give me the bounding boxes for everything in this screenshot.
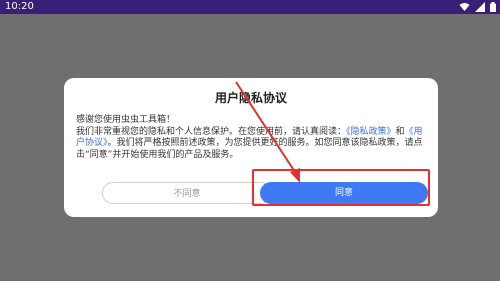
status-bar: 10:20 — [0, 0, 500, 14]
dialog-title: 用户隐私协议 — [214, 91, 287, 105]
status-time: 10:20 — [5, 1, 34, 12]
privacy-policy-link[interactable]: 《隐私政策》 — [346, 127, 396, 137]
status-icons — [457, 2, 496, 12]
agree-button[interactable]: 同意 — [260, 182, 428, 204]
wifi-icon — [459, 3, 470, 11]
dialog-line-thanks: 感谢您使用虫虫工具箱！ — [76, 115, 176, 125]
dialog-paragraph: 我们非常重视您的隐私和个人信息保护。在您使用前，请认真阅读：《隐私政策》和《用户… — [76, 127, 428, 162]
battery-icon — [490, 2, 496, 12]
dialog-body: 感谢您使用虫虫工具箱！ 我们非常重视您的隐私和个人信息保护。在您使用前，请认真阅… — [76, 115, 428, 161]
dialog-text-details: 。我们将严格按照前述政策，为您提供更好的服务。如您同意该隐私政策，请点击“同意”… — [76, 138, 423, 160]
dialog-text-intro: 我们非常重视您的隐私和个人信息保护。在您使用前，请认真阅读： — [76, 126, 347, 137]
privacy-dialog: 用户隐私协议 感谢您使用虫虫工具箱！ 我们非常重视您的隐私和个人信息保护。在您使… — [64, 78, 438, 217]
disagree-button[interactable]: 不同意 — [102, 182, 272, 204]
signal-icon — [474, 2, 485, 12]
dialog-text-and: 和 — [395, 126, 405, 137]
